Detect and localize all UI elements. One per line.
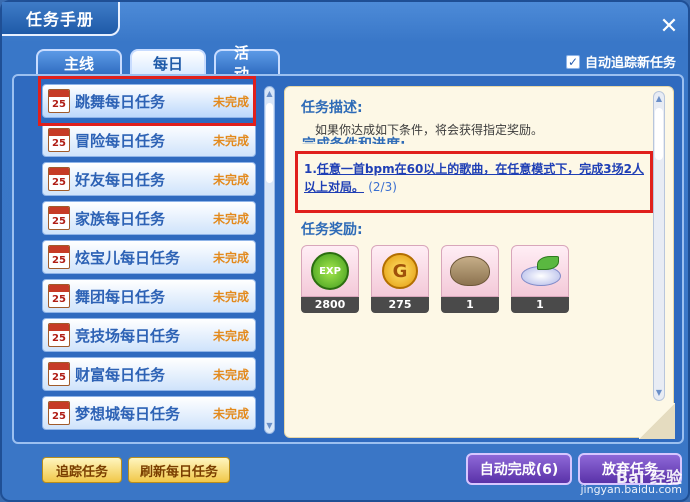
auto-track-label: 自动追踪新任务 xyxy=(584,56,676,71)
task-status: 未完成 xyxy=(212,367,249,382)
tab-daily[interactable]: 每日 xyxy=(130,49,206,75)
task-item-dance-group[interactable]: 25 舞团每日任务 未完成 xyxy=(42,279,256,313)
reward-sack[interactable]: 1 xyxy=(441,245,499,315)
task-detail-panel: 任务描述: 如果你达成如下条件，将会获得指定奖励。 完成条件和进度: 1.任意一… xyxy=(284,86,675,439)
task-item-family[interactable]: 25 家族每日任务 未完成 xyxy=(42,201,256,235)
task-status: 未完成 xyxy=(212,211,249,226)
task-status: 未完成 xyxy=(212,133,249,148)
task-label: 炫宝儿每日任务 xyxy=(75,248,181,267)
task-item-adventure[interactable]: 25 冒险每日任务 未完成 xyxy=(42,123,256,157)
calendar-icon: 25 xyxy=(48,128,70,152)
task-label: 舞团每日任务 xyxy=(75,287,166,306)
exp-icon: EXP xyxy=(311,252,349,290)
task-label: 竞技场每日任务 xyxy=(75,326,181,345)
scroll-thumb[interactable] xyxy=(655,108,663,160)
refresh-daily-button[interactable]: 刷新每日任务 xyxy=(128,457,230,483)
task-label: 家族每日任务 xyxy=(75,209,166,228)
calendar-icon: 25 xyxy=(48,206,70,230)
calendar-icon: 25 xyxy=(48,362,70,386)
task-item-dream-city[interactable]: 25 梦想城每日任务 未完成 xyxy=(42,396,256,430)
auto-track-checkbox[interactable]: ✓ xyxy=(565,54,580,69)
window-title: 任务手册 xyxy=(2,2,120,36)
scroll-up-icon[interactable]: ▲ xyxy=(265,89,274,99)
calendar-icon: 25 xyxy=(48,167,70,191)
auto-complete-button[interactable]: 自动完成(6) xyxy=(466,453,572,485)
task-tabs: 主线 每日 活动 xyxy=(36,44,280,83)
tab-main[interactable]: 主线 xyxy=(36,49,122,75)
task-status: 未完成 xyxy=(212,250,249,265)
task-status: 未完成 xyxy=(212,289,249,304)
condition-title: 完成条件和进度: xyxy=(302,134,406,144)
scroll-up-icon[interactable]: ▲ xyxy=(654,94,664,104)
calendar-icon: 25 xyxy=(48,245,70,269)
task-label: 好友每日任务 xyxy=(75,170,166,189)
reward-gold[interactable]: G 275 xyxy=(371,245,429,315)
task-status: 未完成 xyxy=(212,406,249,421)
condition-progress: (2/3) xyxy=(368,180,397,194)
task-item-xuanbaoer[interactable]: 25 炫宝儿每日任务 未完成 xyxy=(42,240,256,274)
tab-event[interactable]: 活动 xyxy=(214,44,280,83)
desc-title: 任务描述: xyxy=(301,100,363,116)
calendar-icon: 25 xyxy=(48,401,70,425)
calendar-icon: 25 xyxy=(48,323,70,347)
calendar-icon: 25 xyxy=(48,284,70,308)
sack-icon xyxy=(450,256,490,286)
task-status: 未完成 xyxy=(212,172,249,187)
task-label: 冒险每日任务 xyxy=(75,131,166,150)
task-item-arena[interactable]: 25 竞技场每日任务 未完成 xyxy=(42,318,256,352)
task-status: 未完成 xyxy=(212,328,249,343)
reward-count: 1 xyxy=(441,297,499,313)
reward-dish[interactable]: 1 xyxy=(511,245,569,315)
selected-task-highlight xyxy=(38,76,256,126)
detail-scrollbar[interactable]: ▲ ▼ xyxy=(653,91,665,401)
task-list-scrollbar[interactable]: ▲ ▼ xyxy=(264,86,275,434)
task-item-friend[interactable]: 25 好友每日任务 未完成 xyxy=(42,162,256,196)
reward-count: 1 xyxy=(511,297,569,313)
scroll-thumb[interactable] xyxy=(266,103,273,183)
reward-count: 275 xyxy=(371,297,429,313)
task-item-wealth[interactable]: 25 财富每日任务 未完成 xyxy=(42,357,256,391)
gold-coin-icon: G xyxy=(382,253,418,289)
dish-icon xyxy=(519,256,561,286)
reward-exp[interactable]: EXP 2800 xyxy=(301,245,359,315)
condition-text: 1.任意一首bpm在60以上的歌曲，在任意模式下，完成3场2人以上对局。 (2/… xyxy=(304,162,645,194)
track-task-button[interactable]: 追踪任务 xyxy=(42,457,122,483)
watermark: Bai 经验 jingyan.baidu.com xyxy=(580,468,682,496)
scroll-down-icon[interactable]: ▼ xyxy=(654,388,664,398)
condition-highlight: 1.任意一首bpm在60以上的歌曲，在任意模式下，完成3场2人以上对局。 (2/… xyxy=(295,151,653,213)
task-list: 25 跳舞每日任务 未完成 25 冒险每日任务 未完成 25 好友每日任务 未完… xyxy=(42,84,260,436)
reward-title: 任务奖励: xyxy=(301,222,363,238)
task-label: 财富每日任务 xyxy=(75,365,166,384)
page-curl-decoration xyxy=(639,403,675,439)
auto-track-option[interactable]: ✓ 自动追踪新任务 xyxy=(565,52,676,71)
task-label: 梦想城每日任务 xyxy=(75,404,181,423)
reward-count: 2800 xyxy=(301,297,359,313)
scroll-down-icon[interactable]: ▼ xyxy=(265,421,274,431)
content-panel: 25 跳舞每日任务 未完成 25 冒险每日任务 未完成 25 好友每日任务 未完… xyxy=(12,74,684,444)
task-manual-window: 任务手册 ✕ 主线 每日 活动 ✓ 自动追踪新任务 25 跳舞每日任务 未完成 … xyxy=(0,0,690,502)
reward-list: EXP 2800 G 275 1 1 xyxy=(301,245,569,315)
close-icon[interactable]: ✕ xyxy=(658,16,680,38)
